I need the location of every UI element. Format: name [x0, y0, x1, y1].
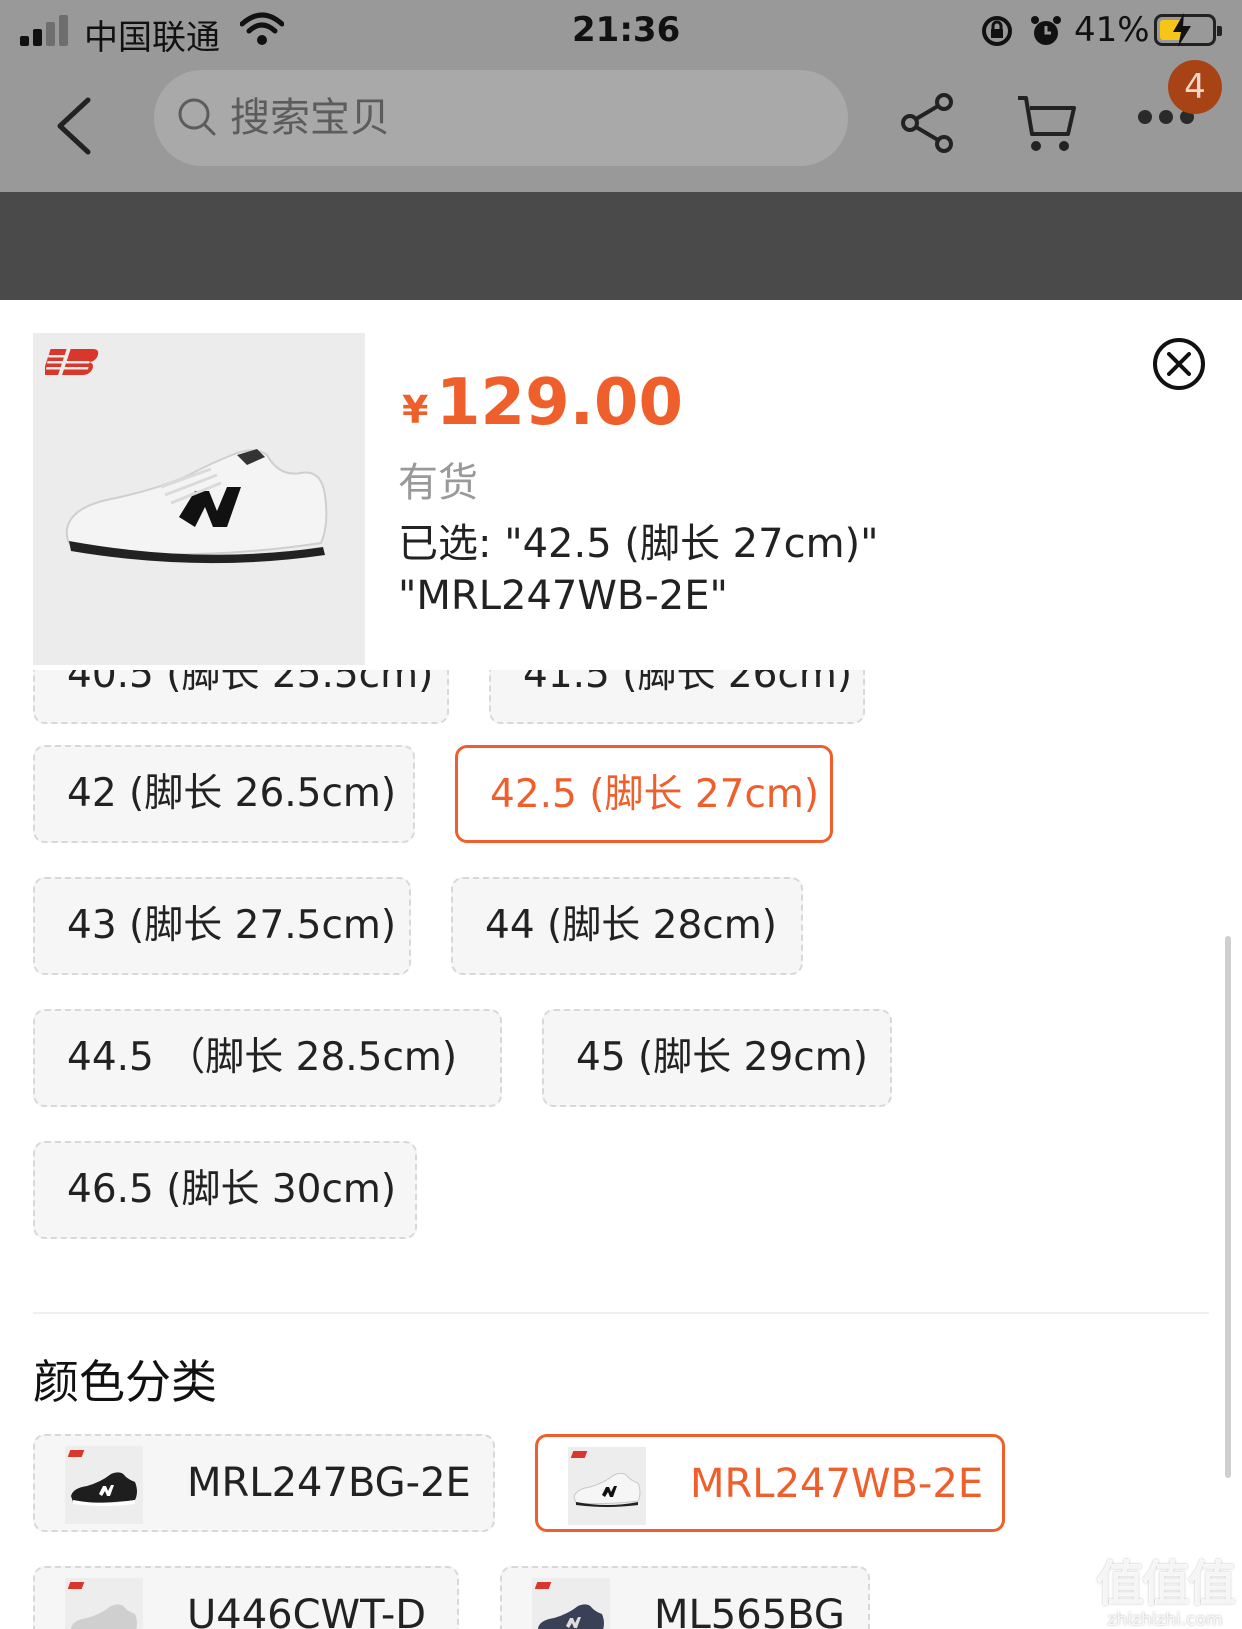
battery-icon	[1154, 13, 1222, 47]
color-option-selected[interactable]: MRL247WB-2E	[535, 1434, 1005, 1532]
product-thumbnail[interactable]	[33, 333, 365, 665]
size-option[interactable]: 43 (脚长 27.5cm)	[33, 877, 411, 975]
search-input[interactable]	[230, 86, 820, 150]
cart-icon[interactable]	[1016, 92, 1078, 154]
size-option[interactable]: 44.5 （脚长 28.5cm)	[33, 1009, 502, 1107]
nav-bar: 4	[0, 60, 1242, 192]
size-option-selected[interactable]: 42.5 (脚长 27cm)	[455, 745, 833, 843]
carrier-name: 中国联通	[84, 18, 220, 58]
watermark: 值值值 zhizhizhi.com	[1095, 1556, 1236, 1629]
color-option-label: U446CWT-D	[187, 1592, 427, 1629]
share-icon[interactable]	[900, 92, 956, 154]
selected-color-line: "MRL247WB-2E"	[398, 573, 728, 619]
size-option[interactable]: 44 (脚长 28cm)	[451, 877, 803, 975]
color-option-label: ML565BG	[654, 1592, 845, 1629]
color-option[interactable]: MRL247BG-2E	[33, 1434, 495, 1532]
shoe-image	[65, 449, 328, 564]
signal-icon	[20, 14, 72, 46]
color-option[interactable]: U446CWT-D	[33, 1566, 459, 1629]
rotation-lock-icon	[980, 14, 1014, 52]
stock-status: 有货	[398, 460, 478, 506]
search-bar[interactable]	[154, 70, 848, 166]
close-icon	[1167, 352, 1191, 376]
more-icon[interactable]	[1138, 110, 1194, 130]
shoe-thumbnail-icon	[573, 1472, 641, 1507]
size-option[interactable]: 46.5 (脚长 30cm)	[33, 1141, 417, 1239]
new-balance-logo-icon	[45, 349, 99, 375]
color-thumbnail	[532, 1578, 610, 1629]
sku-selector-sheet: ¥ 129.00 有货 已选: "42.5 (脚长 27cm)" "MRL247…	[0, 300, 1242, 1629]
color-option-label: MRL247BG-2E	[187, 1460, 471, 1506]
currency-symbol: ¥	[402, 388, 429, 432]
size-option[interactable]: 42 (脚长 26.5cm)	[33, 745, 415, 843]
battery-percent: 41%	[1074, 10, 1150, 50]
scrollbar[interactable]	[1225, 936, 1231, 1478]
color-section-title: 颜色分类	[33, 1355, 217, 1409]
wifi-icon	[239, 12, 285, 50]
color-option[interactable]: ML565BG	[500, 1566, 870, 1629]
color-thumbnail	[65, 1446, 143, 1524]
size-option[interactable]: 45 (脚长 29cm)	[542, 1009, 892, 1107]
color-thumbnail	[65, 1578, 143, 1629]
clock-time: 21:36	[572, 10, 681, 50]
size-option[interactable]: 40.5 (脚长 25.5cm)	[33, 670, 449, 724]
cart-count-badge: 4	[1168, 60, 1222, 114]
size-option[interactable]: 41.5 (脚长 26cm)	[489, 670, 865, 724]
back-icon[interactable]	[52, 96, 98, 156]
section-divider	[33, 1312, 1209, 1314]
color-thumbnail	[568, 1447, 646, 1525]
alarm-icon	[1030, 14, 1062, 52]
product-price: 129.00	[436, 366, 683, 440]
color-option-label: MRL247WB-2E	[690, 1461, 984, 1507]
selected-size-line: 已选: "42.5 (脚长 27cm)"	[398, 521, 879, 567]
selected-summary: 已选: "42.5 (脚长 27cm)" "MRL247WB-2E"	[398, 518, 918, 622]
shoe-thumbnail-icon	[71, 1472, 137, 1506]
close-button[interactable]	[1153, 338, 1205, 390]
status-bar: 中国联通 21:36 41%	[0, 0, 1242, 62]
search-icon	[178, 98, 216, 136]
product-image-backdrop	[0, 192, 1242, 300]
